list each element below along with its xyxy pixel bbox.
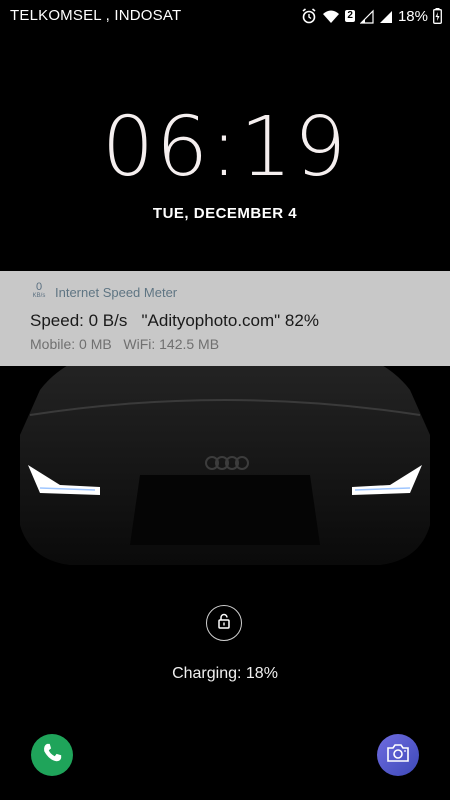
sim2-icon: 2 <box>345 10 355 22</box>
battery-percent: 18% <box>397 7 428 25</box>
unlock-icon <box>216 613 232 634</box>
phone-shortcut[interactable] <box>31 734 73 776</box>
notification-title: Speed: 0 B/s "Adityophoto.com" 82% <box>30 311 319 330</box>
signal-icon <box>379 9 393 24</box>
charging-status: Charging: 18% <box>172 665 278 682</box>
wifi-icon <box>322 9 340 24</box>
camera-icon <box>386 743 410 768</box>
notification-card[interactable]: 0 KB/s Internet Speed Meter Speed: 0 B/s… <box>0 271 450 366</box>
phone-icon <box>41 742 63 769</box>
unlock-button[interactable] <box>206 605 242 641</box>
status-bar: TELKOMSEL , INDOSAT 2 18% <box>0 0 450 32</box>
alarm-icon <box>301 8 317 24</box>
lockscreen-clock: 06:19 <box>101 100 349 195</box>
notification-subtitle: Mobile: 0 MB WiFi: 142.5 MB <box>30 336 220 352</box>
carrier-label: TELKOMSEL , INDOSAT <box>10 7 182 24</box>
camera-shortcut[interactable] <box>377 734 419 776</box>
speed-meter-icon: 0 KB/s <box>32 281 46 300</box>
car-wallpaper <box>20 345 430 565</box>
battery-charging-icon <box>433 8 442 24</box>
signal-icon <box>359 9 374 24</box>
status-icons: 2 18% <box>301 6 442 26</box>
notification-app-name: Internet Speed Meter <box>55 285 178 300</box>
lockscreen-date: TUE, DECEMBER 4 <box>152 205 298 222</box>
